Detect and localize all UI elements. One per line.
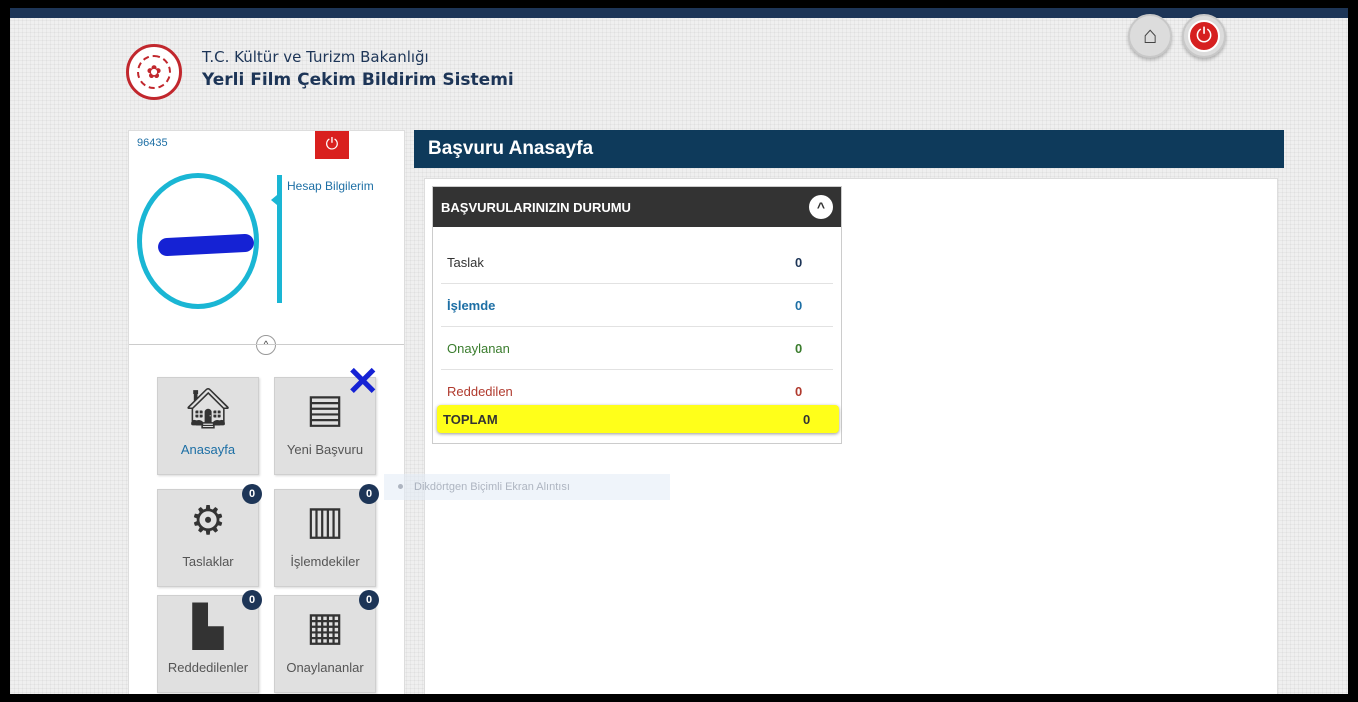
tile-reddedilenler[interactable]: ▙ Reddedilenler 0 [157,590,262,693]
power-icon: ⏻ [325,136,339,153]
count-badge: 0 [359,590,379,610]
status-row-taslak[interactable]: Taslak 0 [441,241,833,284]
total-row: TOPLAM 0 [437,405,839,433]
account-indicator [271,175,282,303]
tile-label: İşlemdekiler [290,554,360,569]
row-value: 0 [795,384,803,399]
tile-onaylananlar[interactable]: ▦ Onaylananlar 0 [274,590,379,693]
archive-icon: ▦ [306,605,344,649]
tile-label: Anasayfa [180,442,236,457]
row-label: Taslak [447,255,484,270]
row-value: 0 [795,298,803,313]
panel-header: BAŞVURULARINIZIN DURUMU ^ [433,187,841,227]
row-label: Reddedilen [447,384,513,399]
tile-label: Yeni Başvuru [286,442,364,457]
panel-collapse-button[interactable]: ^ [809,195,833,219]
row-label: Onaylanan [447,341,510,356]
count-badge: 0 [242,590,262,610]
row-value: 0 [795,255,803,270]
divider [129,344,404,345]
ministry-name: T.C. Kültür ve Turizm Bakanlığı [202,48,429,66]
home-icon: ⌂ [1142,22,1158,49]
tile-islemdekiler[interactable]: ▥ İşlemdekiler 0 [274,484,379,587]
status-row-onaylanan[interactable]: Onaylanan 0 [441,327,833,370]
tile-label: Taslaklar [182,554,234,569]
gears-icon: ⚙ [190,499,226,543]
tile-taslaklar[interactable]: ⚙ Taslaklar 0 [157,484,262,587]
tooltip-text: Dikdörtgen Biçimli Ekran Alıntısı [414,481,570,493]
panel-title: BAŞVURULARINIZIN DURUMU [441,200,631,215]
row-label: İşlemde [447,298,496,313]
binders-icon: ▥ [306,499,344,543]
avatar[interactable] [137,173,259,309]
home-icon: 🏠︎ [182,387,234,431]
tile-label: Onaylananlar [286,660,364,675]
page-title: Başvuru Anasayfa [414,130,1284,168]
bullet-icon [398,484,403,489]
report-icon: ▙ [192,605,224,649]
drawn-cross-mark: ✕ [346,360,380,404]
user-id: 96435 [137,137,168,149]
tile-label: Reddedilenler [167,660,249,675]
ministry-logo: ✿ [126,44,182,100]
count-badge: 0 [242,484,262,504]
status-row-islemde[interactable]: İşlemde 0 [441,284,833,327]
collapse-button[interactable]: ^ [256,335,276,355]
home-button[interactable]: ⌂ [1128,14,1172,58]
row-value: 0 [795,341,803,356]
logout-button[interactable]: ⏻ [1182,14,1226,58]
system-name: Yerli Film Çekim Bildirim Sistemi [202,70,514,90]
chevron-up-icon: ^ [816,199,826,215]
power-icon: ⏻ [1188,20,1220,52]
account-link[interactable]: Hesap Bilgilerim [287,179,374,193]
total-label: TOPLAM [443,412,498,427]
tile-anasayfa[interactable]: 🏠︎ Anasayfa [157,377,259,475]
redaction-scribble [157,233,255,257]
sidebar-logout-button[interactable]: ⏻ [315,131,349,159]
sidebar: 96435 ⏻ Hesap Bilgilerim ^ 🏠︎ Anasayfa ▤… [128,130,405,694]
emblem-icon: ✿ [137,55,171,89]
status-panel: BAŞVURULARINIZIN DURUMU ^ Taslak 0 İşlem… [432,186,842,444]
chevron-up-icon: ^ [263,338,269,352]
app-window: ✿ T.C. Kültür ve Turizm Bakanlığı Yerli … [10,8,1348,694]
tooltip-overlay: Dikdörtgen Biçimli Ekran Alıntısı [384,474,670,500]
total-value: 0 [803,412,811,427]
count-badge: 0 [359,484,379,504]
